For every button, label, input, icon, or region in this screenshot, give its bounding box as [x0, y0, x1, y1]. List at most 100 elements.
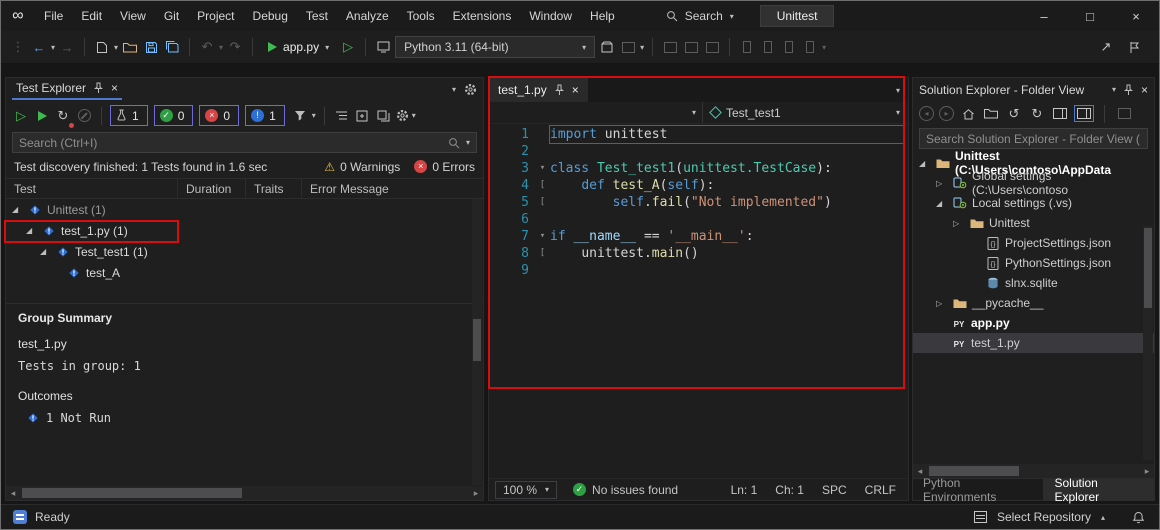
chevron-down-icon[interactable]: ▾	[412, 111, 416, 120]
save-button[interactable]	[142, 36, 160, 58]
pin-icon[interactable]	[1124, 84, 1133, 96]
test-tree-row[interactable]: ◢Test_test1 (1)	[6, 241, 483, 262]
package-manager-icon[interactable]	[598, 36, 616, 58]
group-by-button[interactable]	[333, 105, 351, 127]
chevron-down-icon[interactable]: ▾	[114, 43, 118, 52]
solution-tree-row[interactable]: ▷__pycache__	[913, 293, 1154, 313]
python-environment-combo[interactable]: Python 3.11 (64-bit) ▾	[395, 36, 595, 58]
vertical-scrollbar[interactable]	[1143, 226, 1153, 460]
test-tree-row[interactable]: ◢Unittest (1)	[6, 199, 483, 220]
new-file-button[interactable]	[93, 36, 111, 58]
test-search-input[interactable]	[19, 136, 442, 150]
zoom-selector[interactable]: 100 % ▾	[495, 481, 557, 499]
open-folder-button[interactable]	[121, 36, 139, 58]
horizontal-scrollbar[interactable]: ◂ ▸	[913, 464, 1154, 478]
line-indicator[interactable]: Ln: 1	[731, 483, 758, 497]
project-dropdown[interactable]: ▾	[489, 102, 703, 123]
line-ending-indicator[interactable]: CRLF	[865, 483, 896, 497]
preview-selected-toggle[interactable]	[1074, 105, 1094, 122]
filter-passed-button[interactable]: ✓ 0	[154, 105, 194, 126]
filter-funnel-icon[interactable]	[291, 105, 309, 127]
test-settings-gear-icon[interactable]	[396, 109, 409, 122]
menu-item-file[interactable]: File	[35, 1, 72, 31]
navigate-forward-button[interactable]: →	[58, 36, 76, 58]
menu-item-project[interactable]: Project	[188, 1, 243, 31]
layers-button[interactable]	[375, 105, 393, 127]
chevron-down-icon[interactable]: ▾	[312, 111, 316, 120]
chevron-down-icon[interactable]: ▾	[640, 43, 644, 52]
column-test[interactable]: Test	[6, 179, 178, 198]
scrollbar-thumb[interactable]	[22, 488, 242, 498]
column-error-message[interactable]: Error Message	[302, 179, 483, 198]
share-icon[interactable]: ↗	[1097, 36, 1115, 58]
tab-solution-explorer[interactable]: Solution Explorer	[1044, 479, 1154, 500]
select-repository-button[interactable]: Select Repository	[997, 510, 1091, 524]
column-traits[interactable]: Traits	[246, 179, 302, 198]
test-search-box[interactable]: ▾	[12, 132, 477, 153]
solution-tree-row[interactable]: ▷Unittest	[913, 213, 1154, 233]
switch-views-icon[interactable]	[982, 103, 1000, 125]
run-all-tests-button[interactable]: ▷	[12, 105, 30, 127]
back-circle-icon[interactable]: ◂	[919, 106, 934, 121]
close-icon[interactable]: ×	[1141, 83, 1148, 97]
fold-chevron-icon[interactable]: ▾	[535, 160, 550, 177]
menu-item-test[interactable]: Test	[297, 1, 337, 31]
solution-tree-row[interactable]: PYapp.py	[913, 313, 1154, 333]
tree-expander-icon[interactable]: ▷	[936, 179, 947, 188]
undo-button[interactable]: ↶	[198, 36, 216, 58]
chevron-down-icon[interactable]: ▾	[466, 138, 470, 147]
filter-total-button[interactable]: 1	[110, 105, 148, 126]
tree-expander-icon[interactable]: ◢	[936, 199, 947, 208]
type-dropdown[interactable]: Test_test1 ▾	[703, 102, 908, 123]
menu-item-view[interactable]: View	[111, 1, 155, 31]
tree-expander-icon[interactable]: ◢	[12, 205, 23, 214]
scrollbar-thumb[interactable]	[929, 466, 1019, 476]
horizontal-scrollbar[interactable]: ◂ ▸	[6, 486, 483, 500]
document-tab-test_1-py[interactable]: test_1.py ×	[489, 78, 588, 102]
solution-name-button[interactable]: Unittest	[760, 5, 835, 27]
close-icon[interactable]: ×	[572, 83, 579, 97]
tree-expander-icon[interactable]: ◢	[26, 226, 37, 235]
pin-icon[interactable]	[94, 82, 103, 94]
tab-python-environments[interactable]: Python Environments	[913, 479, 1044, 500]
maximize-button[interactable]: □	[1067, 1, 1113, 31]
feedback-icon[interactable]	[1125, 36, 1143, 58]
collapse-all-icon[interactable]	[1051, 103, 1069, 125]
tree-expander-icon[interactable]: ◢	[919, 159, 930, 168]
chevron-down-icon[interactable]: ▾	[1112, 85, 1116, 94]
pin-icon[interactable]	[555, 84, 564, 96]
start-without-debugging-button[interactable]: ▷	[339, 36, 357, 58]
run-test-button[interactable]	[33, 105, 51, 127]
navigate-back-button[interactable]: ←	[30, 36, 48, 58]
column-indicator[interactable]: Ch: 1	[775, 483, 804, 497]
solution-tree-row[interactable]: {}ProjectSettings.json	[913, 233, 1154, 253]
scroll-left-icon[interactable]: ◂	[6, 488, 20, 499]
solution-search-input[interactable]	[926, 132, 1141, 146]
code-line[interactable]: 5[ self.fail("Not implemented")	[489, 194, 908, 211]
document-list-chevron-icon[interactable]: ▾	[896, 86, 908, 95]
test-explorer-tab[interactable]: Test Explorer ×	[12, 79, 122, 100]
column-duration[interactable]: Duration	[178, 179, 246, 198]
tree-expander-icon[interactable]: ▷	[953, 219, 964, 228]
filter-failed-button[interactable]: × 0	[199, 105, 239, 126]
chevron-down-icon[interactable]: ▾	[51, 43, 55, 52]
close-button[interactable]: ×	[1113, 1, 1159, 31]
show-all-files-icon[interactable]	[1115, 103, 1133, 125]
solution-search-box[interactable]	[919, 128, 1148, 149]
code-line[interactable]: 6	[489, 211, 908, 228]
code-lines[interactable]: 1import unittest23▾class Test_test1(unit…	[489, 124, 908, 478]
attach-to-process-icon[interactable]	[374, 36, 392, 58]
menu-item-tools[interactable]: Tools	[398, 1, 444, 31]
encoding-indicator[interactable]: SPC	[822, 483, 847, 497]
close-icon[interactable]: ×	[111, 81, 118, 95]
code-line[interactable]: 1import unittest	[489, 126, 908, 143]
solution-tree-row[interactable]: slnx.sqlite	[913, 273, 1154, 293]
code-line[interactable]: 3▾class Test_test1(unittest.TestCase):	[489, 160, 908, 177]
solution-tree-row[interactable]: ▷Global settings (C:\Users\contoso	[913, 173, 1154, 193]
menu-item-extensions[interactable]: Extensions	[444, 1, 521, 31]
settings-gear-icon[interactable]	[464, 83, 477, 96]
forward-circle-icon[interactable]: ▸	[939, 106, 954, 121]
menu-item-window[interactable]: Window	[520, 1, 581, 31]
solution-tree-row[interactable]: PYtest_1.py	[913, 333, 1154, 353]
code-line[interactable]: 4[ def test_A(self):	[489, 177, 908, 194]
